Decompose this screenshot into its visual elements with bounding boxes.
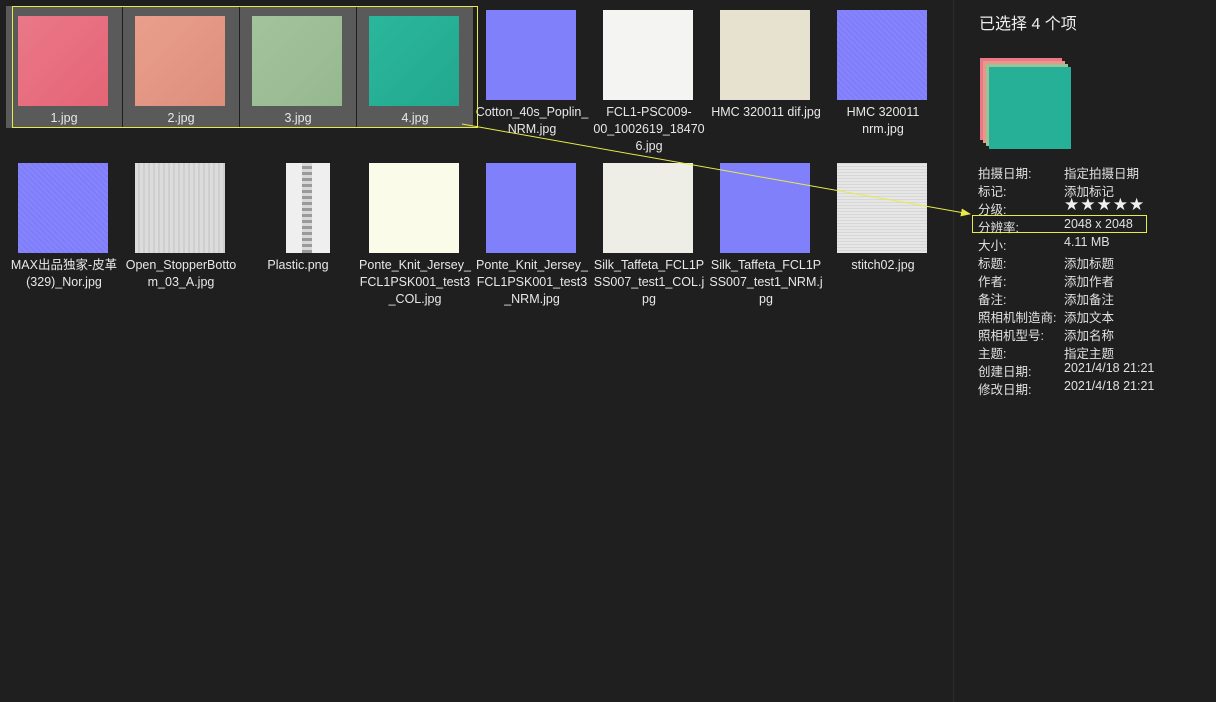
prop-label: 创建日期: [978, 365, 1032, 379]
thumbnail [369, 163, 459, 253]
thumbnail [135, 163, 225, 253]
thumbnail [837, 10, 927, 100]
thumbnail [486, 163, 576, 253]
prop-label: 主题: [978, 347, 1007, 361]
file-name: Open_StopperBottom_03_A.jpg [125, 258, 237, 289]
thumbnail [603, 163, 693, 253]
prop-value: 2021/4/18 21:21 [1064, 361, 1155, 375]
prop-value[interactable]: 指定主题 [1064, 343, 1114, 362]
prop-label: 标题: [978, 257, 1007, 271]
prop-label: 拍摄日期: [978, 167, 1032, 181]
selection-count-title: 已选择 4 个项 [979, 16, 1077, 33]
resolution-highlight-box [972, 215, 1147, 233]
details-pane: 已选择 4 个项 拍摄日期: 指定拍摄日期 标记: 添加标记 分级: ★★★★★… [953, 0, 1216, 702]
prop-value[interactable]: 指定拍摄日期 [1064, 163, 1139, 182]
thumbnail [286, 163, 330, 253]
prop-label: 大小: [978, 239, 1007, 253]
rating-stars[interactable]: ★★★★★ [1064, 195, 1145, 215]
stacked-preview [980, 58, 1071, 150]
file-name: MAX出品独家-皮革(329)_Nor.jpg [10, 258, 118, 289]
file-name: Ponte_Knit_Jersey_FCL1PSK001_test3_NRM.j… [476, 258, 588, 306]
prop-value: 2021/4/18 21:21 [1064, 379, 1155, 393]
file-name: Plastic.png [267, 258, 329, 272]
preview-card [989, 67, 1071, 149]
prop-label: 照相机制造商: [978, 311, 1057, 325]
prop-label: 备注: [978, 293, 1007, 307]
prop-label: 修改日期: [978, 383, 1032, 397]
file-name: Ponte_Knit_Jersey_FCL1PSK001_test3_COL.j… [359, 258, 471, 306]
file-name: Cotton_40s_Poplin_NRM.jpg [475, 105, 589, 136]
thumbnail [18, 163, 108, 253]
prop-value[interactable]: 添加备注 [1064, 289, 1114, 308]
prop-label: 作者: [978, 275, 1007, 289]
prop-value[interactable]: 添加名称 [1064, 325, 1114, 344]
selection-highlight-box [12, 6, 478, 128]
prop-value[interactable]: 添加作者 [1064, 271, 1114, 290]
prop-label: 标记: [978, 185, 1007, 199]
prop-value[interactable]: 添加文本 [1064, 307, 1114, 326]
file-name: HMC 320011 nrm.jpg [846, 105, 920, 136]
file-name: Silk_Taffeta_FCL1PSS007_test1_COL.jpg [593, 258, 705, 306]
thumbnail [486, 10, 576, 100]
file-name: FCL1-PSC009-00_1002619_184706.jpg [593, 105, 705, 153]
thumbnail [720, 10, 810, 100]
thumbnail [603, 10, 693, 100]
prop-value[interactable]: 添加标题 [1064, 253, 1114, 272]
file-name: HMC 320011 dif.jpg [711, 105, 821, 119]
thumbnail [720, 163, 810, 253]
prop-value: 4.11 MB [1064, 235, 1110, 249]
file-name: stitch02.jpg [851, 258, 915, 272]
thumbnail [837, 163, 927, 253]
prop-label: 照相机型号: [978, 329, 1044, 343]
file-name: Silk_Taffeta_FCL1PSS007_test1_NRM.jpg [709, 258, 823, 306]
